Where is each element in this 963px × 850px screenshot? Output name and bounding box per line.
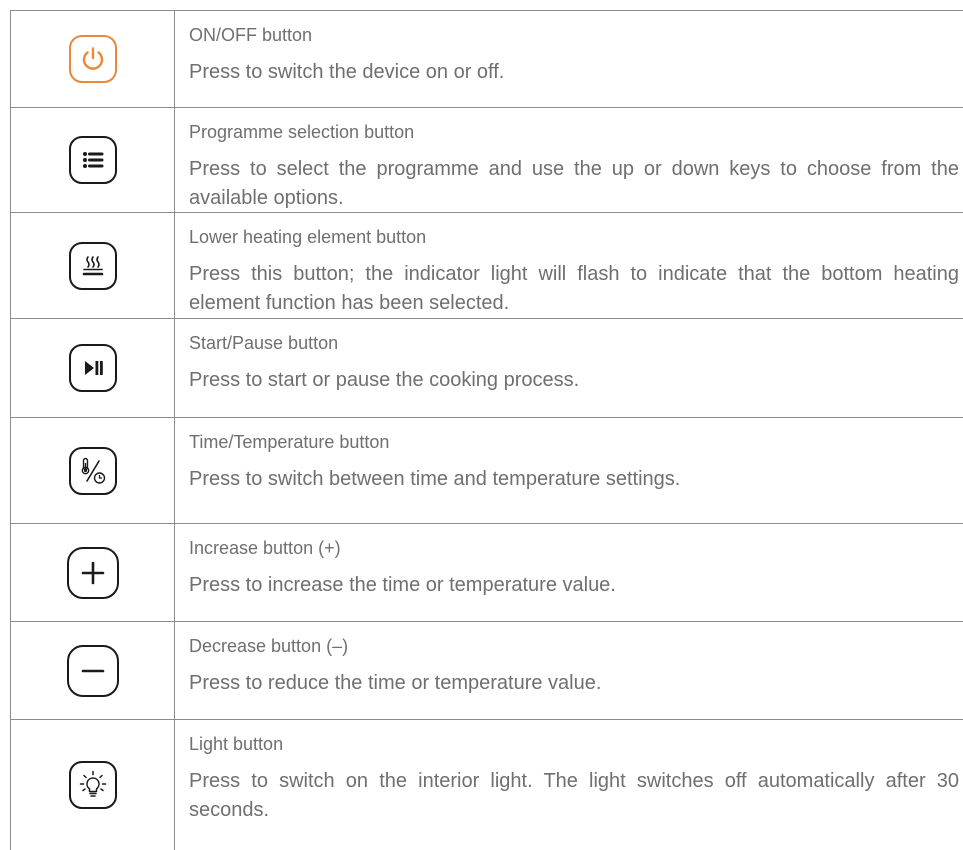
row-description: Press to switch on the interior light. T… <box>189 770 959 821</box>
menu-list-icon[interactable] <box>68 136 117 184</box>
table-row-light: Light button Press to switch on the inte… <box>10 720 963 850</box>
text-cell: Light button Press to switch on the inte… <box>175 720 963 850</box>
table-row-lower-heating: Lower heating element button Press this … <box>10 213 963 319</box>
text-cell: ON/OFF button Press to switch the device… <box>175 11 963 107</box>
table-row-time-temperature: Time/Temperature button Press to switch … <box>10 418 963 524</box>
row-description: Press to start or pause the cooking proc… <box>189 369 580 391</box>
text-cell: Lower heating element button Press this … <box>175 213 963 318</box>
text-cell: Time/Temperature button Press to switch … <box>175 418 963 523</box>
row-description: Press to switch between time and tempera… <box>189 468 681 490</box>
row-title: ON/OFF button <box>189 25 313 45</box>
row-title: Programme selection button <box>189 122 415 142</box>
row-title: Start/Pause button <box>189 333 339 353</box>
plus-icon[interactable] <box>66 546 119 599</box>
row-title: Decrease button (–) <box>189 636 349 656</box>
text-cell: Increase button (+) Press to increase th… <box>175 524 963 621</box>
icon-cell <box>10 622 175 719</box>
table-row-programme: Programme selection button Press to sele… <box>10 108 963 213</box>
text-cell: Decrease button (–) Press to reduce the … <box>175 622 963 719</box>
time-temperature-icon[interactable] <box>68 446 117 495</box>
icon-cell <box>10 108 175 212</box>
icon-cell <box>10 524 175 621</box>
icon-cell <box>10 720 175 850</box>
row-description: Press this button; the indicator light w… <box>189 263 959 314</box>
text-cell: Start/Pause button Press to start or pau… <box>175 319 963 417</box>
row-title: Lower heating element button <box>189 227 427 247</box>
icon-cell <box>10 11 175 107</box>
row-title: Time/Temperature button <box>189 432 390 452</box>
lower-heating-element-icon[interactable] <box>68 241 117 290</box>
row-description: Press to switch the device on or off. <box>189 61 505 83</box>
row-description: Press to reduce the time or temperature … <box>189 672 602 694</box>
minus-icon[interactable] <box>66 644 119 697</box>
light-bulb-icon[interactable] <box>68 761 117 809</box>
table-row-increase: Increase button (+) Press to increase th… <box>10 524 963 622</box>
row-description: Press to increase the time or temperatur… <box>189 574 616 596</box>
text-cell: Programme selection button Press to sele… <box>175 108 963 212</box>
icon-cell <box>10 213 175 318</box>
table-row-on-off: ON/OFF button Press to switch the device… <box>10 11 963 108</box>
table-row-decrease: Decrease button (–) Press to reduce the … <box>10 622 963 720</box>
power-icon[interactable] <box>68 35 117 83</box>
row-description: Press to select the programme and use th… <box>189 158 959 209</box>
icon-cell <box>10 418 175 523</box>
icon-cell <box>10 319 175 417</box>
button-reference-table: ON/OFF button Press to switch the device… <box>10 10 963 850</box>
row-title: Light button <box>189 734 284 754</box>
play-pause-icon[interactable] <box>68 344 117 392</box>
row-title: Increase button (+) <box>189 538 341 558</box>
table-row-start-pause: Start/Pause button Press to start or pau… <box>10 319 963 418</box>
